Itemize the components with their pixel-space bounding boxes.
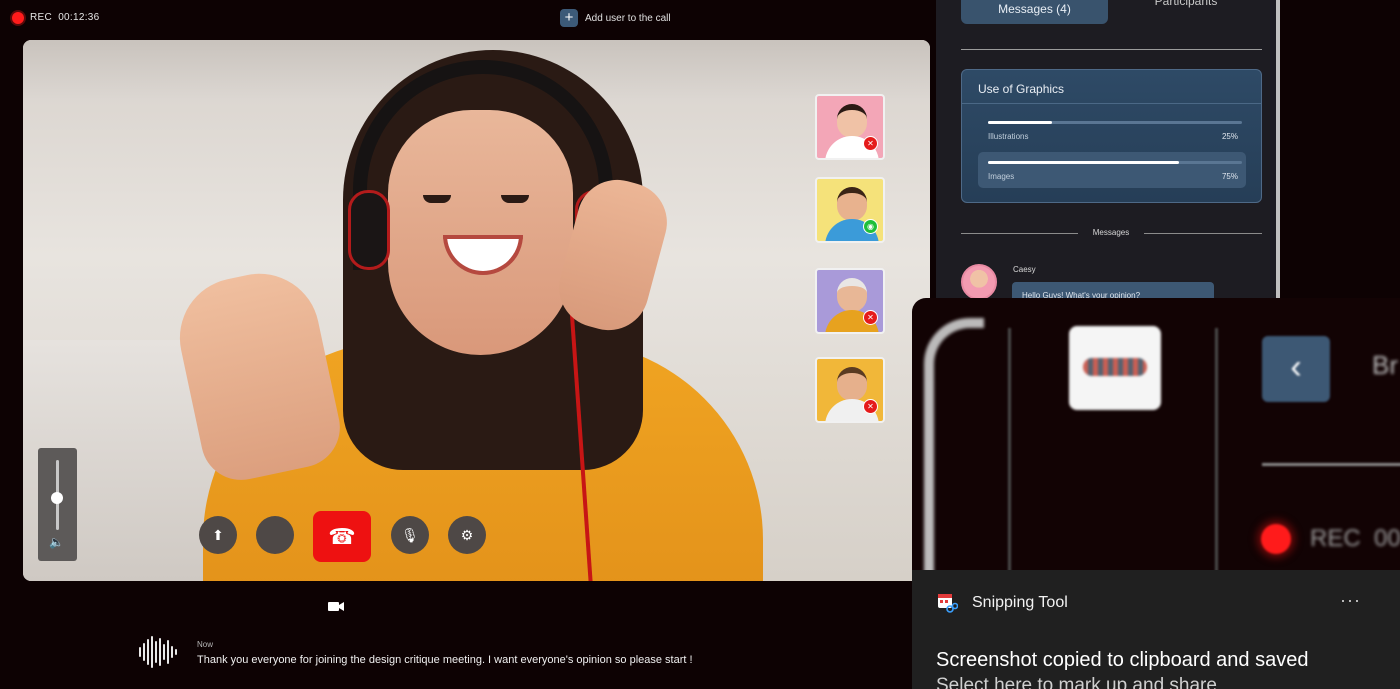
phone-hangup-icon: ☎ <box>328 524 356 549</box>
share-screen-icon: ⬆ <box>212 527 224 543</box>
poll-option-percent: 75% <box>1221 172 1238 181</box>
mic-muted-icon: ✕ <box>863 136 878 151</box>
poll-option-label: Illustrations <box>988 132 1029 141</box>
message-sender: Caesy <box>1013 265 1036 274</box>
divider <box>1144 233 1262 234</box>
poll-option-percent: 25% <box>1221 132 1238 141</box>
notification-app-name: Snipping Tool <box>972 594 1068 611</box>
mic-muted-icon: ✕ <box>863 310 878 325</box>
end-call-button[interactable]: ☎ <box>313 511 371 562</box>
recording-timer: 00:12:36 <box>58 12 100 23</box>
avatar <box>837 187 867 221</box>
microphone-button[interactable]: 🎙 <box>391 516 429 554</box>
recording-status: REC 00:12:36 <box>30 12 100 23</box>
preview-rec-text: REC 00 <box>1310 525 1400 552</box>
video-camera-icon[interactable] <box>328 600 344 612</box>
mic-on-icon: ◉ <box>863 219 878 234</box>
record-indicator-icon <box>12 12 24 24</box>
headphone-cup <box>348 190 390 270</box>
add-user-button[interactable]: + Add user to the call <box>560 9 671 27</box>
poll-title: Use of Graphics <box>978 82 1065 96</box>
divider <box>1215 328 1218 570</box>
volume-knob[interactable] <box>51 492 63 504</box>
participant-thumbnail[interactable]: ✕ <box>815 268 885 334</box>
call-top-bar: REC 00:12:36 + Add user to the call <box>0 0 930 36</box>
poll-bar-fill <box>988 161 1179 164</box>
more-options-icon[interactable]: ··· <box>1340 590 1361 611</box>
avatar <box>837 367 867 401</box>
caption-timestamp: Now <box>197 640 214 649</box>
plus-icon: + <box>560 9 578 27</box>
poll-card: Use of Graphics Illustrations 25% Images… <box>961 69 1262 203</box>
snipping-tool-icon <box>936 592 959 614</box>
divider <box>961 233 1078 234</box>
mic-muted-icon: ✕ <box>863 399 878 414</box>
gear-icon: ⚙ <box>460 527 474 543</box>
poll-option-images[interactable]: Images 75% <box>978 152 1246 188</box>
poll-bar-fill <box>988 121 1052 124</box>
poll-track <box>988 121 1242 124</box>
main-video-feed[interactable]: ✕ ◉ ✕ ✕ <box>23 40 930 581</box>
chevron-left-icon: ‹ <box>1262 336 1330 402</box>
divider <box>1262 463 1400 466</box>
preview-frame <box>924 318 984 570</box>
notification-title: Screenshot copied to clipboard and saved <box>936 649 1309 671</box>
speaker-icon: 🔈 <box>49 535 64 549</box>
record-indicator-icon <box>1261 524 1291 554</box>
volume-slider[interactable]: 🔈 <box>38 448 77 561</box>
share-screen-button[interactable]: ⬆ <box>199 516 237 554</box>
tab-participants[interactable]: Participants <box>1126 0 1246 8</box>
poll-option-label: Images <box>988 172 1015 181</box>
participant-thumbnail[interactable]: ◉ <box>815 177 885 243</box>
divider <box>961 49 1262 50</box>
snipping-tool-notification[interactable]: Snipping Tool ··· Screenshot copied to c… <box>912 570 1400 689</box>
participant-thumbnail[interactable]: ✕ <box>815 357 885 423</box>
camera-toggle-button[interactable] <box>256 516 294 554</box>
preview-brand-text: Br <box>1372 350 1398 380</box>
add-user-label: Add user to the call <box>585 12 671 24</box>
settings-button[interactable]: ⚙ <box>448 516 486 554</box>
participant-thumbnail[interactable]: ✕ <box>815 94 885 160</box>
chat-panel: Messages (4) Participants Use of Graphic… <box>936 0 1280 304</box>
poll-track <box>988 161 1242 164</box>
notification-subtitle: Select here to mark up and share <box>936 675 1217 689</box>
live-caption-text: Thank you everyone for joining the desig… <box>197 654 693 666</box>
avatar <box>837 104 867 138</box>
audio-waveform-icon <box>139 636 181 668</box>
tab-messages[interactable]: Messages (4) <box>961 0 1108 24</box>
poll-option-illustrations[interactable]: Illustrations 25% <box>978 112 1246 148</box>
divider <box>962 103 1261 104</box>
microphone-icon: 🎙 <box>401 527 419 543</box>
screenshot-preview[interactable]: ‹ Br REC 00 <box>912 298 1400 570</box>
logo <box>1069 326 1161 410</box>
messages-section-label: Messages <box>1092 228 1130 237</box>
avatar <box>837 278 867 312</box>
avatar <box>961 264 997 300</box>
divider <box>1008 328 1011 570</box>
